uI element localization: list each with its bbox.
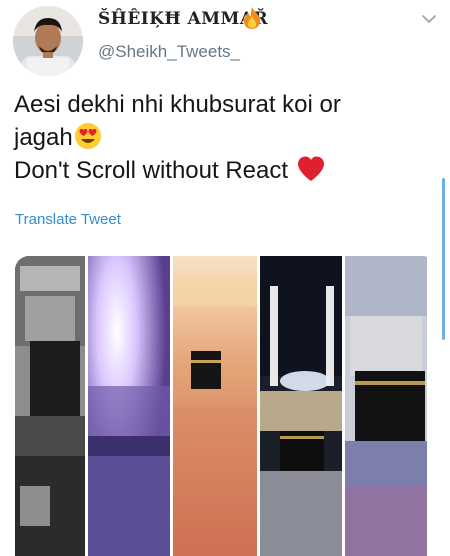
tweet-header: ŠĤÊIĶĦ ΑΜΜΑŘ @Sheikh_Tweets_: [0, 0, 450, 80]
photo-2[interactable]: [88, 256, 170, 556]
user-handle[interactable]: @Sheikh_Tweets_: [98, 42, 240, 62]
tweet-media[interactable]: [15, 256, 436, 556]
photo-4[interactable]: [260, 256, 342, 556]
tweet-text: Aesi dekhi nhi khubsurat koi or jagah Do…: [14, 88, 434, 187]
heart-eyes-emoji-icon: [74, 123, 101, 149]
scrollbar[interactable]: [442, 178, 445, 340]
tweet-line-3: Don't Scroll without React: [14, 157, 289, 184]
chevron-down-icon[interactable]: [420, 10, 438, 28]
tweet-line-2: jagah: [14, 124, 73, 151]
photo-5[interactable]: [345, 256, 427, 556]
photo-1[interactable]: [15, 256, 85, 556]
photo-3[interactable]: [173, 256, 257, 556]
tweet-line-3-row: Don't Scroll without React: [14, 154, 434, 187]
avatar[interactable]: [13, 6, 83, 76]
tweet-line-2-row: jagah: [14, 121, 434, 154]
red-heart-emoji-icon: [297, 156, 324, 181]
translate-tweet-link[interactable]: Translate Tweet: [15, 211, 121, 228]
tweet-line-1: Aesi dekhi nhi khubsurat koi or: [14, 91, 341, 118]
fire-emoji-icon: [244, 7, 260, 29]
